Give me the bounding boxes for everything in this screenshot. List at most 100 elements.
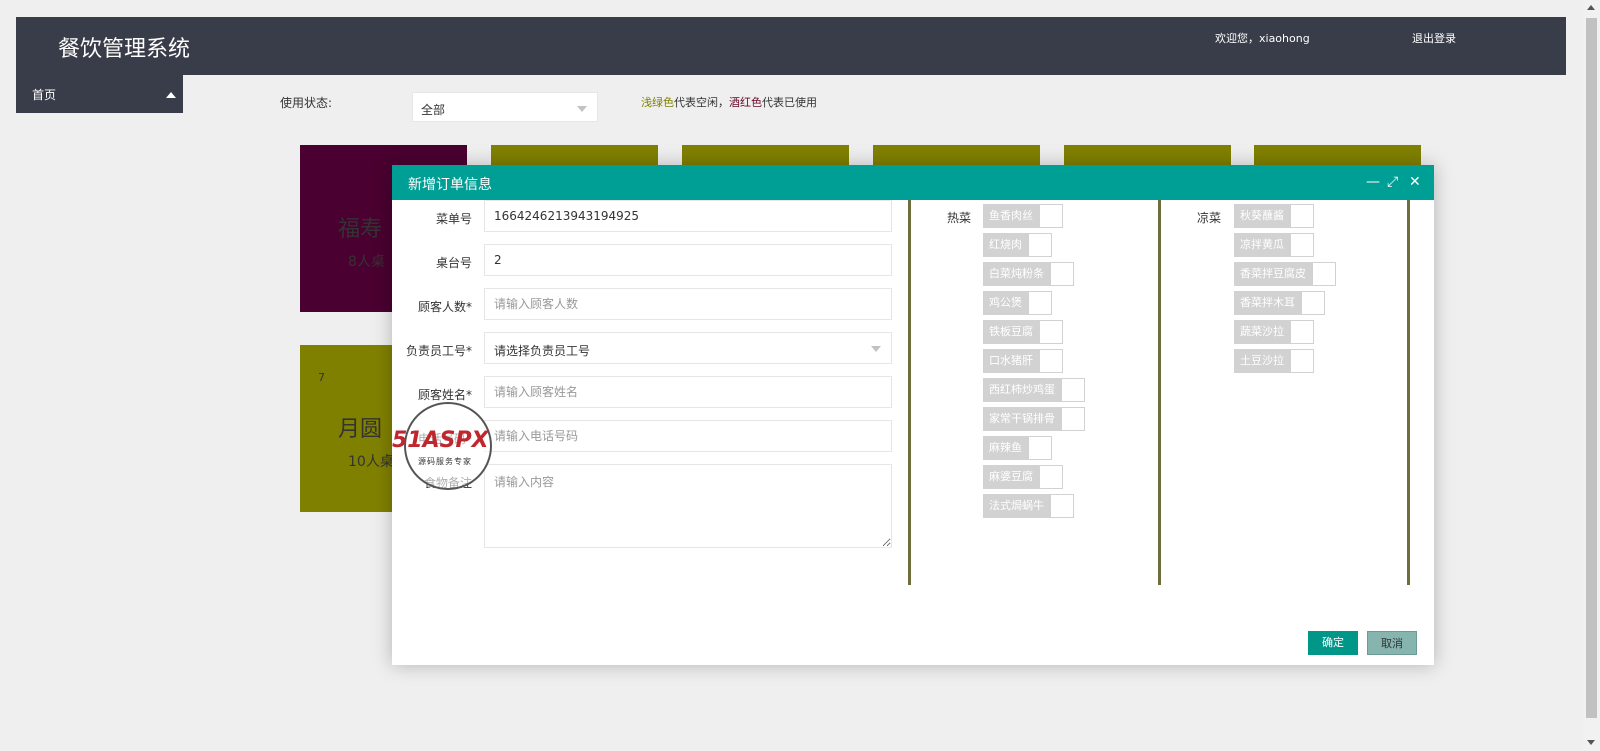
cold-dish-checkbox[interactable]: 香菜拌木耳 [1234,291,1325,315]
watermark-tagline: 源码服务专家 [418,457,472,466]
table-number: 7 [318,371,325,384]
hot-dish-checkbox[interactable]: 法式焗蜗牛 [983,494,1074,518]
dish-name: 铁板豆腐 [983,320,1039,344]
dish-name: 麻婆豆腐 [983,465,1039,489]
checkbox-icon [1028,436,1052,460]
hot-dish-checkbox[interactable]: 麻辣鱼 [983,436,1052,460]
hot-dish-checkbox[interactable]: 西红柿炒鸡蛋 [983,378,1085,402]
cold-dish-checkbox[interactable]: 秋葵蘸酱 [1234,204,1314,228]
table-name: 福寿 [338,217,383,242]
dialog-header[interactable]: 新增订单信息 — ⤢ ✕ [392,165,1434,200]
dish-name: 麻辣鱼 [983,436,1028,460]
cold-dish-checkbox[interactable]: 凉拌黄瓜 [1234,233,1314,257]
color-legend: 浅绿色代表空闲，酒红色代表已使用 [641,94,817,110]
hot-dish-checkbox[interactable]: 铁板豆腐 [983,320,1063,344]
staff-label: 负责员工号* [405,344,472,358]
chevron-down-icon [871,346,881,352]
dish-name: 香菜拌豆腐皮 [1234,262,1312,286]
sidebar-item-label: 首页 [32,88,57,102]
table-capacity: 8人桌 [348,254,385,270]
dialog-title: 新增订单信息 [408,177,492,193]
order-no-label: 菜单号 [435,212,472,226]
checkbox-icon [1039,204,1063,228]
checkbox-icon [1028,233,1052,257]
staff-select-value: 请选择负责员工号 [494,344,591,358]
hot-dish-checkbox[interactable]: 鸡公煲 [983,291,1052,315]
legend-free-text: 代表空闲， [674,96,729,109]
hot-dish-checkbox[interactable]: 家常干锅排骨 [983,407,1085,431]
logout-link[interactable]: 退出登录 [1412,30,1456,46]
note-textarea[interactable] [484,464,892,548]
dish-name: 凉拌黄瓜 [1234,233,1290,257]
scroll-up-icon[interactable] [1587,5,1595,10]
table-name: 月圆 [338,417,383,442]
dish-name: 口水猪肝 [983,349,1039,373]
checkbox-icon [1290,349,1314,373]
checkbox-icon [1290,204,1314,228]
checkbox-icon [1050,494,1074,518]
legend-used-text: 代表已使用 [762,96,817,109]
checkbox-icon [1301,291,1325,315]
hot-dish-checkbox[interactable]: 口水猪肝 [983,349,1063,373]
scroll-thumb[interactable] [1586,18,1597,718]
dish-name: 土豆沙拉 [1234,349,1290,373]
chevron-down-icon [577,106,587,112]
dish-name: 鸡公煲 [983,291,1028,315]
dish-name: 香菜拌木耳 [1234,291,1301,315]
cold-dish-checkbox[interactable]: 香菜拌豆腐皮 [1234,262,1336,286]
cold-dish-checkbox[interactable]: 蔬菜沙拉 [1234,320,1314,344]
table-no-input[interactable] [484,244,892,276]
caret-up-icon [166,92,176,98]
confirm-button[interactable]: 确定 [1308,631,1358,655]
app-title: 餐饮管理系统 [58,37,191,62]
cancel-button[interactable]: 取消 [1367,631,1417,655]
checkbox-icon [1290,320,1314,344]
checkbox-icon [1050,262,1074,286]
customer-input[interactable] [484,376,892,408]
checkbox-icon [1312,262,1336,286]
order-no-input[interactable] [484,200,892,232]
top-header: 餐饮管理系统 欢迎您，xiaohong 退出登录 [16,17,1566,75]
guests-input[interactable] [484,288,892,320]
status-filter-label: 使用状态: [280,96,333,110]
checkbox-icon [1061,378,1085,402]
close-icon[interactable]: ✕ [1409,175,1421,189]
checkbox-icon [1039,320,1063,344]
checkbox-icon [1061,407,1085,431]
guests-label: 顾客人数* [417,300,472,314]
hot-dish-checkbox[interactable]: 白菜炖粉条 [983,262,1074,286]
hot-dish-checkbox[interactable]: 鱼香肉丝 [983,204,1063,228]
status-filter-value: 全部 [421,103,446,117]
checkbox-icon [1039,349,1063,373]
dish-name: 西红柿炒鸡蛋 [983,378,1061,402]
column-divider [1407,200,1410,585]
dish-name: 鱼香肉丝 [983,204,1039,228]
customer-label: 顾客姓名* [417,388,472,402]
scroll-down-icon[interactable] [1587,740,1595,745]
sidebar-item-home[interactable]: 首页 [16,75,183,113]
phone-input[interactable] [484,420,892,452]
dish-name: 白菜炖粉条 [983,262,1050,286]
checkbox-icon [1039,465,1063,489]
dish-name: 秋葵蘸酱 [1234,204,1290,228]
cold-dish-checkbox[interactable]: 土豆沙拉 [1234,349,1314,373]
watermark-brand: 51ASPX [392,428,489,453]
minimize-icon[interactable]: — [1366,175,1380,189]
new-order-dialog: 新增订单信息 — ⤢ ✕ 菜单号 桌台号 顾客人数* 负责员工号* 请选择负责员… [392,165,1434,665]
checkbox-icon [1028,291,1052,315]
legend-used-word: 酒红色 [729,96,762,109]
column-divider [1158,200,1161,585]
hot-dishes-label: 热菜 [947,211,972,225]
hot-dish-checkbox[interactable]: 红烧肉 [983,233,1052,257]
page-scrollbar[interactable] [1583,0,1600,751]
dish-name: 法式焗蜗牛 [983,494,1050,518]
column-divider [908,200,911,585]
table-capacity: 10人桌 [348,454,394,470]
staff-select[interactable]: 请选择负责员工号 [484,332,892,364]
dish-name: 蔬菜沙拉 [1234,320,1290,344]
dish-name: 家常干锅排骨 [983,407,1061,431]
cold-dishes-label: 凉菜 [1197,211,1222,225]
status-filter-select[interactable]: 全部 [412,92,598,122]
maximize-icon[interactable]: ⤢ [1387,175,1398,189]
hot-dish-checkbox[interactable]: 麻婆豆腐 [983,465,1063,489]
